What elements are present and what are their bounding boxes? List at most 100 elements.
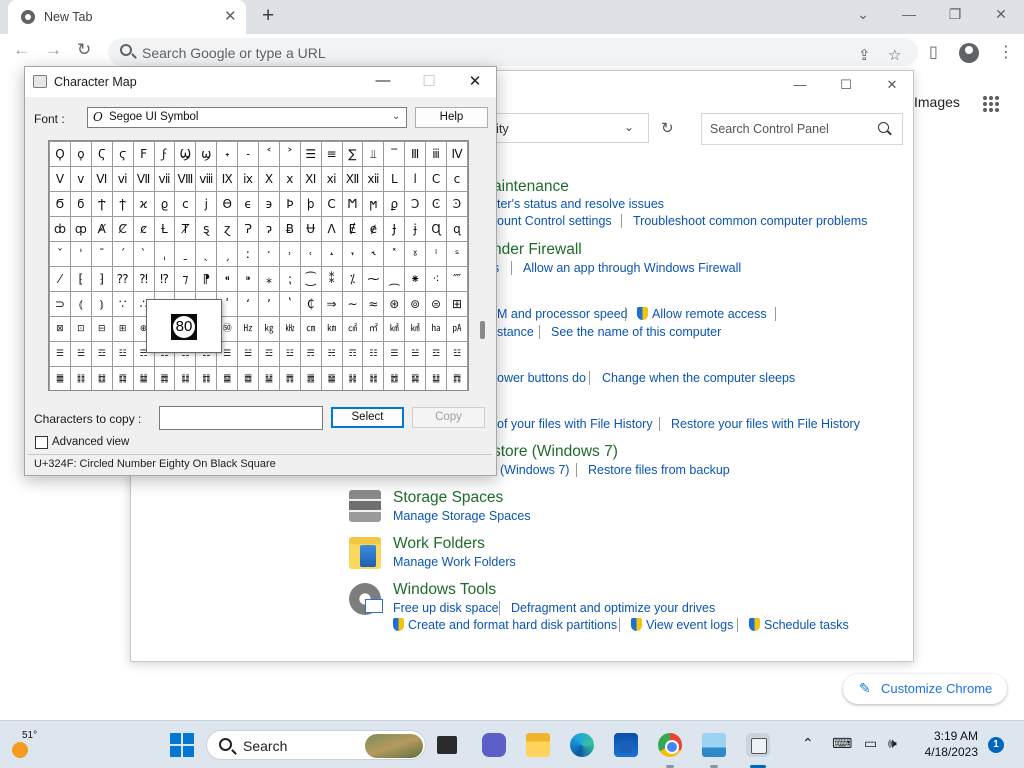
chevron-down-icon[interactable]: ⌄ bbox=[624, 120, 634, 134]
grid-cell[interactable]: Ⅳ bbox=[445, 141, 468, 167]
grid-cell[interactable]: ⁅ bbox=[69, 266, 92, 292]
grid-cell[interactable]: ȿ bbox=[195, 216, 218, 242]
character-grid[interactable]: Ϙϙ Ϛϛ Ϝϝ Ϣϣ ˖ ˗ ˂ ˃ ☰ ≡ ∑ ⫫ ‾ Ⅲⅲ Ⅳ Ⅴⅴ Ⅵⅵ Ⅶⅶ Ⅷⅷ Ⅸⅸ Ⅹⅹ Ⅺⅺ Ⅻⅻ Ⅼⅼ Ⅽⅽ… bbox=[48, 140, 469, 391]
grid-cell[interactable]: Ʉ bbox=[299, 216, 322, 242]
schedule-tasks-link[interactable]: Schedule tasks bbox=[749, 618, 849, 632]
allow-remote-access-link[interactable]: Allow remote access bbox=[637, 307, 767, 321]
remote-assistance-link[interactable]: stance bbox=[497, 325, 534, 339]
grid-cell[interactable]: ䷋ bbox=[278, 366, 301, 390]
grid-cell[interactable]: ≡ bbox=[320, 141, 343, 167]
grid-cell[interactable]: ˈ bbox=[69, 241, 92, 267]
chrome-browser-icon[interactable] bbox=[658, 733, 682, 757]
grid-cell[interactable]: ䷒ bbox=[425, 366, 447, 390]
grid-cell[interactable]: ϱ bbox=[153, 191, 176, 217]
grid-cell[interactable]: ㎑ bbox=[278, 316, 301, 342]
grid-cell[interactable]: ⁆ bbox=[90, 266, 113, 292]
profile-avatar-icon[interactable] bbox=[959, 43, 979, 63]
grid-cell[interactable]: ∑ bbox=[341, 141, 364, 167]
grid-cell[interactable]: Ϯ bbox=[90, 191, 113, 217]
file-explorer-icon[interactable] bbox=[526, 733, 550, 757]
grid-cell[interactable]: Ͻ bbox=[404, 191, 427, 217]
grid-cell[interactable]: ⁐ bbox=[299, 266, 322, 292]
grid-cell[interactable]: ϲ bbox=[174, 191, 197, 217]
forward-arrow-icon[interactable]: → bbox=[45, 40, 62, 60]
grid-cell[interactable]: Ƚ bbox=[153, 216, 176, 242]
free-disk-space-link[interactable]: Free up disk space bbox=[393, 601, 499, 615]
grid-cell[interactable]: ˖ bbox=[216, 141, 239, 167]
chrome-menu-icon[interactable]: ⋮ bbox=[998, 42, 1014, 62]
grid-cell[interactable]: ⊞ bbox=[111, 316, 134, 342]
grid-cell[interactable]: ‾ bbox=[383, 141, 406, 167]
weather-widget[interactable]: 51° bbox=[10, 730, 37, 760]
select-button[interactable]: Select bbox=[331, 407, 404, 428]
grid-cell[interactable]: ˉ bbox=[90, 241, 113, 267]
grid-cell[interactable]: ϛ bbox=[111, 141, 134, 167]
grid-cell[interactable]: Ϣ bbox=[174, 141, 197, 167]
new-tab-button[interactable]: + bbox=[262, 4, 274, 28]
side-panel-icon[interactable]: ▯ bbox=[929, 42, 938, 62]
storage-spaces-heading[interactable]: Storage Spaces bbox=[393, 489, 503, 507]
search-icon[interactable] bbox=[878, 122, 889, 133]
windows-tools-icon[interactable] bbox=[349, 583, 383, 615]
grid-cell[interactable]: ˂ bbox=[258, 141, 280, 167]
grid-cell[interactable]: Ϲ bbox=[320, 191, 343, 217]
grid-cell[interactable]: ䷐ bbox=[383, 366, 406, 390]
work-folders-heading[interactable]: Work Folders bbox=[393, 535, 485, 553]
grid-cell[interactable]: ϳ bbox=[195, 191, 218, 217]
grid-cell[interactable]: Ⱦ bbox=[174, 216, 197, 242]
microsoft-store-icon[interactable] bbox=[614, 733, 638, 757]
defragment-link[interactable]: Defragment and optimize your drives bbox=[511, 601, 715, 615]
grid-cell[interactable]: ⅻ bbox=[362, 166, 385, 192]
grid-cell[interactable]: ⁋ bbox=[195, 266, 218, 292]
grid-cell[interactable]: ⦆ bbox=[90, 291, 113, 317]
cp-close-button[interactable]: ✕ bbox=[880, 77, 904, 93]
grid-cell[interactable]: ˞ bbox=[362, 241, 385, 267]
grid-cell[interactable]: ϯ bbox=[111, 191, 134, 217]
grid-cell[interactable]: ⊜ bbox=[425, 291, 447, 317]
grid-cell[interactable]: ɇ bbox=[362, 216, 385, 242]
grid-cell[interactable]: ䷍ bbox=[320, 366, 343, 390]
grid-cell[interactable]: ȸ bbox=[49, 216, 71, 242]
clock-date[interactable]: 4/18/2023 bbox=[910, 745, 978, 759]
grid-cell[interactable]: ☰ bbox=[383, 341, 406, 367]
grid-cell[interactable]: ⁒ bbox=[341, 266, 364, 292]
grid-cell[interactable]: ㎝ bbox=[299, 316, 322, 342]
show-hidden-icons-chevron-icon[interactable]: ⌃ bbox=[802, 735, 814, 752]
grid-cell[interactable]: ⊡ bbox=[69, 316, 92, 342]
grid-scrollbar-thumb[interactable] bbox=[480, 321, 485, 339]
grid-cell[interactable]: ˃ bbox=[278, 141, 301, 167]
grid-cell[interactable]: ☳ bbox=[278, 341, 301, 367]
restore-button[interactable]: ❐ bbox=[944, 6, 966, 23]
windows-tools-heading[interactable]: Windows Tools bbox=[393, 581, 496, 599]
grid-cell[interactable]: Ⅵ bbox=[90, 166, 113, 192]
grid-cell[interactable]: ˍ bbox=[174, 241, 197, 267]
grid-cell[interactable]: ☲ bbox=[258, 341, 280, 367]
grid-cell[interactable]: ䷆ bbox=[174, 366, 197, 390]
grid-cell[interactable]: ϻ bbox=[362, 191, 385, 217]
grid-cell[interactable]: ⁉ bbox=[153, 266, 176, 292]
grid-cell[interactable]: Ʌ bbox=[320, 216, 343, 242]
grid-cell[interactable]: ䷅ bbox=[153, 366, 176, 390]
grid-cell[interactable]: ䷀ bbox=[49, 366, 71, 390]
grid-cell[interactable]: Ϻ bbox=[341, 191, 364, 217]
grid-cell[interactable]: ⊛ bbox=[383, 291, 406, 317]
grid-cell[interactable]: ɋ bbox=[445, 216, 468, 242]
grid-cell[interactable]: ㎡ bbox=[362, 316, 385, 342]
grid-cell[interactable]: ⅴ bbox=[69, 166, 92, 192]
grid-cell[interactable]: ⁈ bbox=[132, 266, 155, 292]
reload-icon[interactable]: ↻ bbox=[77, 40, 91, 60]
grid-cell[interactable]: ⁓ bbox=[362, 266, 385, 292]
cp-minimize-button[interactable]: — bbox=[788, 77, 812, 92]
cp-search-input[interactable]: Search Control Panel bbox=[701, 113, 903, 145]
grid-cell[interactable]: ɉ bbox=[404, 216, 427, 242]
grid-cell[interactable]: ȼ bbox=[132, 216, 155, 242]
grid-cell[interactable]: ⁊ bbox=[174, 266, 197, 292]
grid-cell[interactable]: Ϝ bbox=[132, 141, 155, 167]
chevron-down-icon[interactable]: ⌄ bbox=[392, 111, 400, 122]
grid-cell[interactable]: ˟ bbox=[383, 241, 406, 267]
customize-chrome-button[interactable]: ✎ Customize Chrome bbox=[843, 674, 1007, 704]
omnibox[interactable]: Search Google or type a URL ⇪ ☆ bbox=[108, 38, 918, 66]
troubleshoot-link[interactable]: Troubleshoot common computer problems bbox=[633, 214, 867, 228]
task-view-icon[interactable] bbox=[437, 736, 457, 754]
grid-cell[interactable]: ㏊ bbox=[425, 316, 447, 342]
